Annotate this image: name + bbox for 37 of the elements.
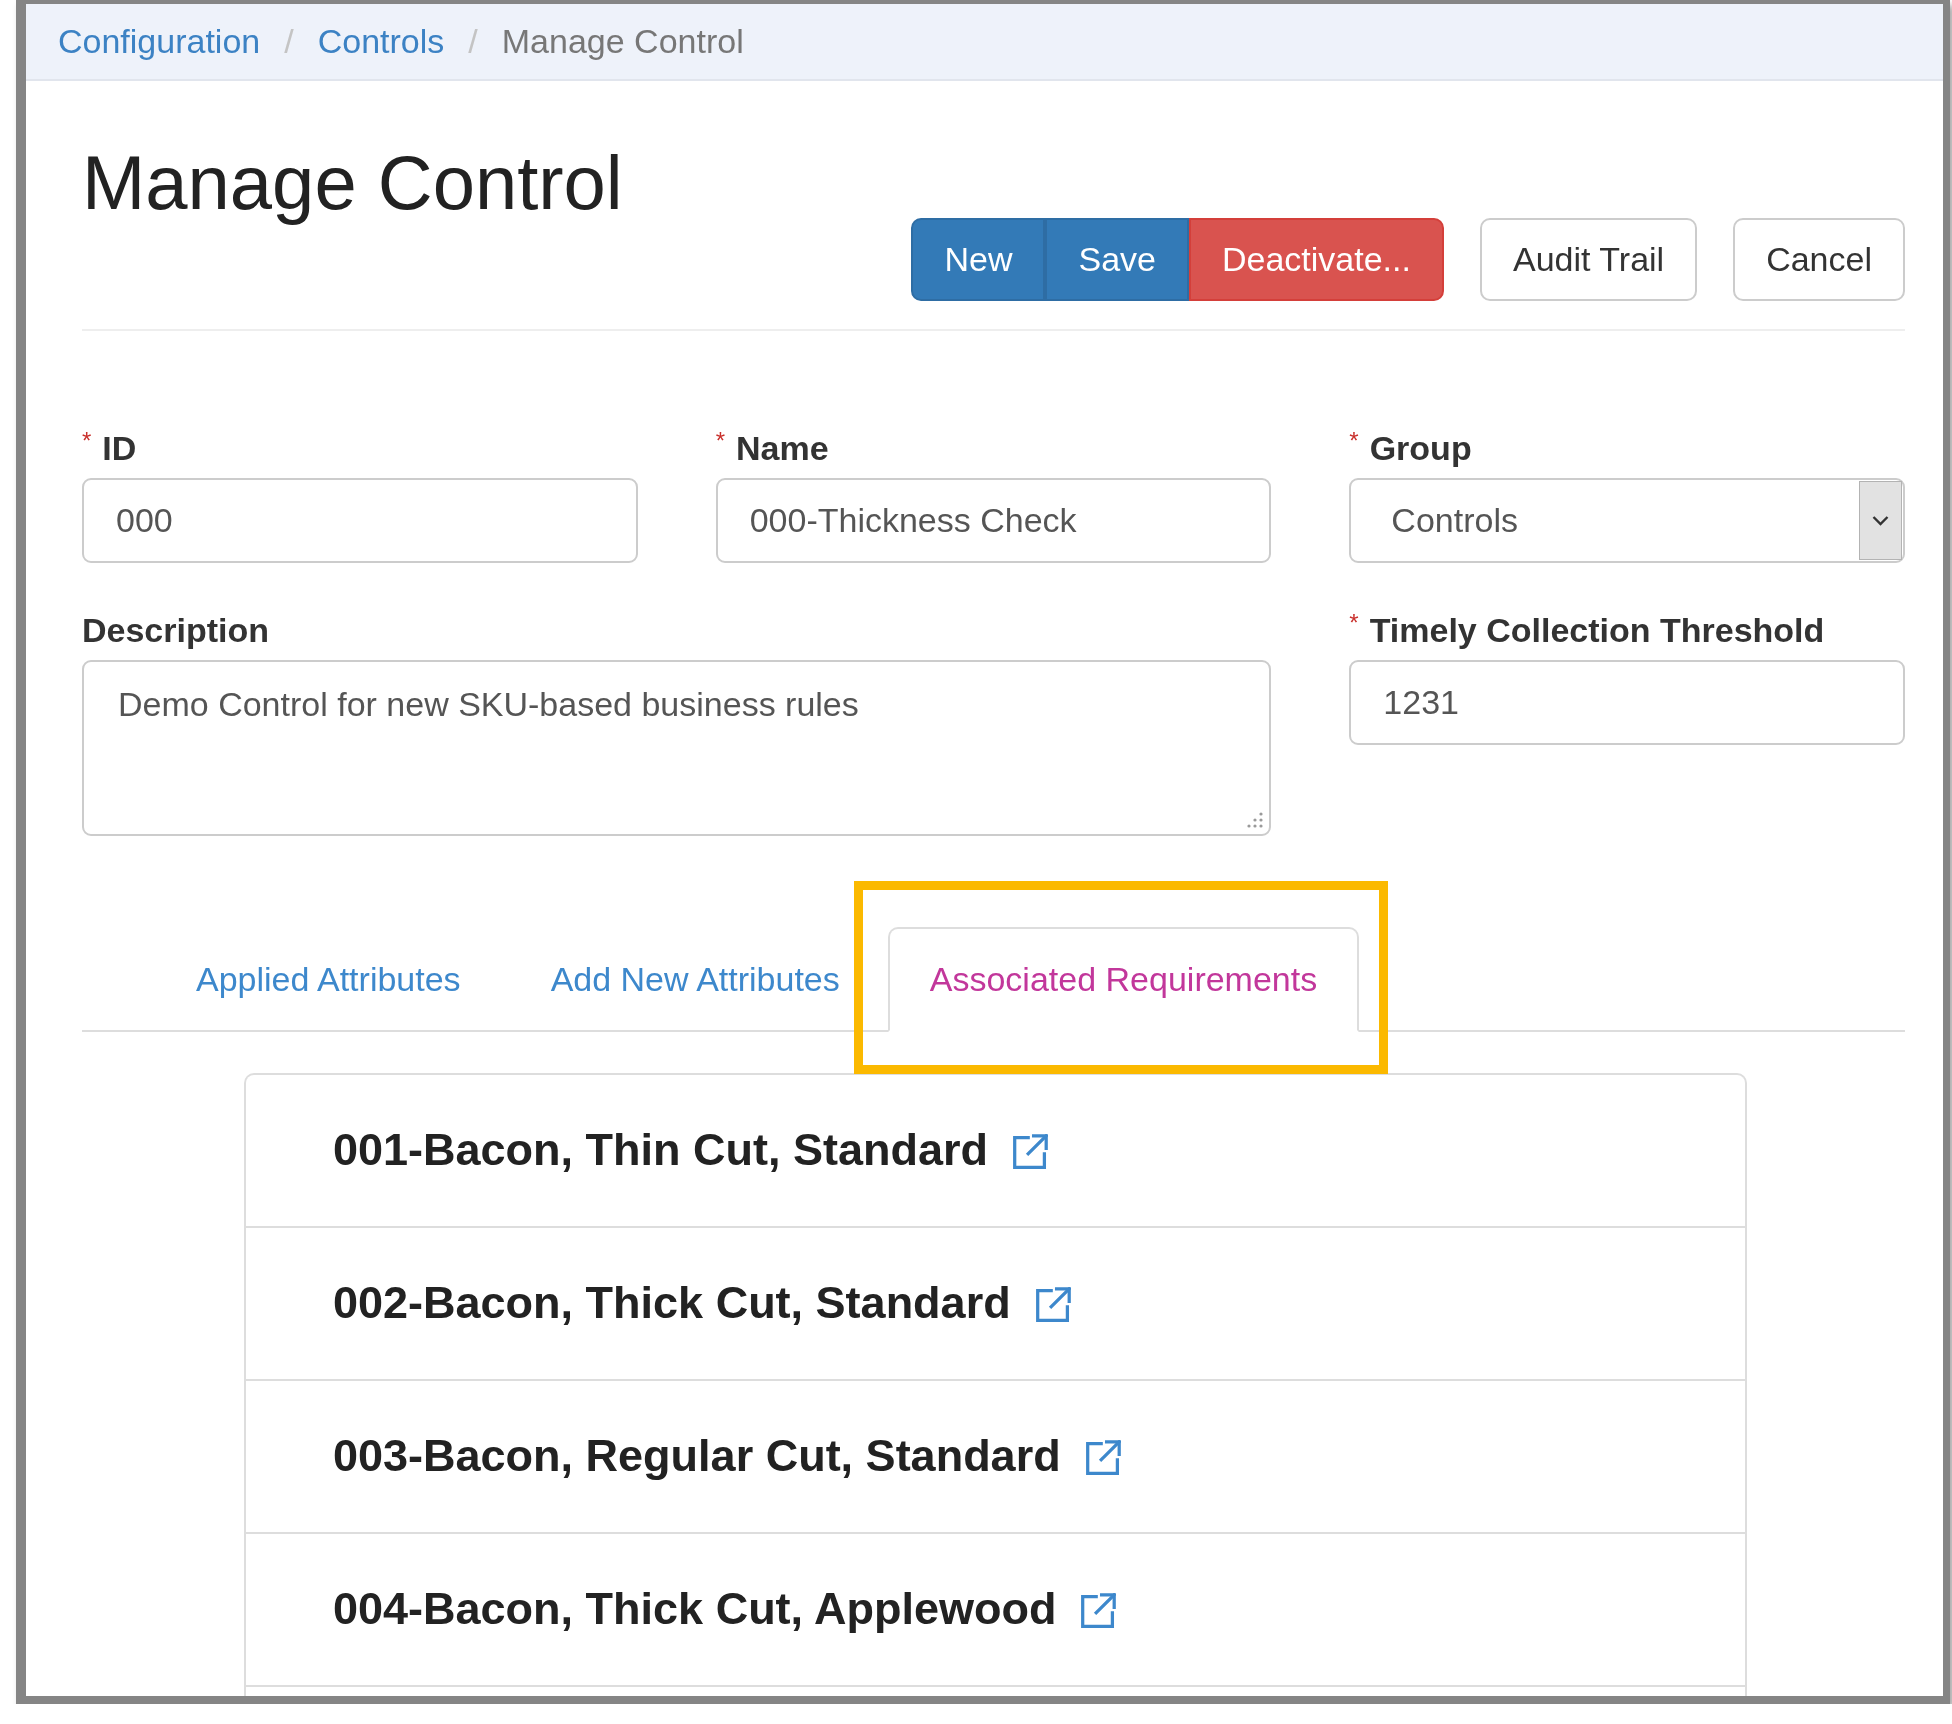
toolbar-button[interactable]: New (911, 218, 1046, 301)
input-field[interactable]: 1231 (1349, 660, 1905, 745)
toolbar-button[interactable]: Deactivate... (1189, 218, 1444, 301)
tab[interactable]: Applied Attributes (154, 927, 503, 1032)
required-asterisk: * (715, 429, 725, 453)
breadcrumb-separator: / (467, 21, 479, 62)
tab[interactable]: Add New Attributes (508, 927, 882, 1032)
resize-grip-icon[interactable] (1247, 812, 1264, 828)
breadcrumb-separator: / (283, 21, 295, 62)
input-field[interactable]: 000 (82, 478, 638, 563)
requirement-title: 004-Bacon, Thick Cut, Applewood (333, 1582, 1057, 1636)
requirement-title: 001-Bacon, Thin Cut, Standard (333, 1123, 989, 1177)
breadcrumb-link[interactable]: Configuration (58, 21, 261, 62)
external-link-icon[interactable] (1084, 1440, 1121, 1476)
tab[interactable]: Associated Requirements (887, 927, 1360, 1032)
breadcrumb-current: Manage Control (501, 21, 744, 62)
toolbar-button[interactable]: Audit Trail (1479, 218, 1698, 301)
external-link-icon[interactable] (1080, 1593, 1117, 1629)
required-asterisk: * (82, 429, 92, 453)
input-field[interactable]: 000-Thickness Check (715, 478, 1272, 563)
page-title: Manage Control (82, 141, 623, 225)
toolbar-button[interactable]: Cancel (1733, 218, 1905, 301)
field-label: ID (102, 428, 137, 469)
field-label: Name (736, 428, 829, 469)
external-link-icon[interactable] (1012, 1134, 1049, 1170)
required-asterisk: * (1349, 611, 1359, 635)
requirement-title: 003-Bacon, Regular Cut, Standard (333, 1429, 1061, 1483)
text-area-field[interactable]: Demo Control for new SKU-based business rules (82, 660, 1272, 836)
field-label: Group (1369, 428, 1472, 469)
requirement-title: 002-Bacon, Thick Cut, Standard (333, 1276, 1011, 1330)
toolbar-button[interactable]: Save (1045, 218, 1189, 301)
field-label: Description (82, 610, 270, 651)
dropdown-field[interactable]: Controls (1349, 478, 1905, 563)
required-asterisk: * (1349, 429, 1359, 453)
field-label: Timely Collection Threshold (1369, 610, 1825, 651)
external-link-icon[interactable] (1034, 1287, 1071, 1323)
breadcrumb-link[interactable]: Controls (317, 21, 445, 62)
